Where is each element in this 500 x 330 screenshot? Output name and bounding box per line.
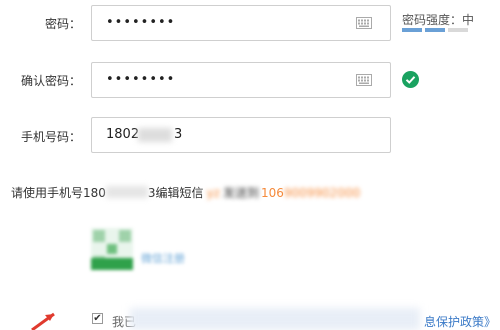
arrow-annotation-icon [31, 312, 55, 330]
phone-value-end: 3 [174, 127, 183, 142]
agree-checkbox[interactable]: ✔ [92, 313, 103, 324]
password-value: •••••••• [106, 15, 176, 30]
strength-bar-1 [402, 28, 422, 32]
phone-input[interactable]: 1802 3 [91, 117, 391, 153]
confirm-password-label: 确认密码： [20, 74, 81, 88]
confirm-password-value: •••••••• [106, 72, 176, 87]
confirm-password-input[interactable]: •••••••• [91, 62, 391, 98]
wechat-register-link[interactable]: 微信注册 [141, 250, 185, 266]
sms-hint-middle: 3编辑短信 [147, 186, 204, 200]
phone-label: 手机号码： [20, 130, 81, 144]
strength-bar-3 [448, 28, 468, 32]
strength-bar-2 [425, 28, 445, 32]
phone-redaction [138, 128, 172, 142]
sms-number-redacted: 9009902000 [283, 186, 361, 200]
check-icon [402, 71, 419, 88]
agreement-redaction [130, 308, 420, 330]
sms-number: 106 [260, 186, 284, 200]
password-label: 密码： [44, 17, 81, 31]
phone-value-start: 1802 [106, 127, 140, 142]
password-input[interactable]: •••••••• [91, 5, 391, 41]
keyboard-icon[interactable] [356, 74, 372, 86]
sms-send-text: 发送到 [222, 186, 259, 200]
hint-redaction [105, 186, 148, 198]
password-strength-text: 密码强度：中 [402, 13, 475, 27]
privacy-policy-link[interactable]: 息保护政策》 [424, 313, 496, 330]
keyboard-icon[interactable] [356, 17, 372, 29]
sms-code: yz [206, 186, 220, 200]
sms-hint-prefix: 请使用手机号180 [11, 186, 106, 200]
qr-code-icon[interactable] [91, 228, 133, 270]
sms-hint: 请使用手机号180 3编辑短信 yz 发送到 1069009902000 [11, 184, 360, 201]
